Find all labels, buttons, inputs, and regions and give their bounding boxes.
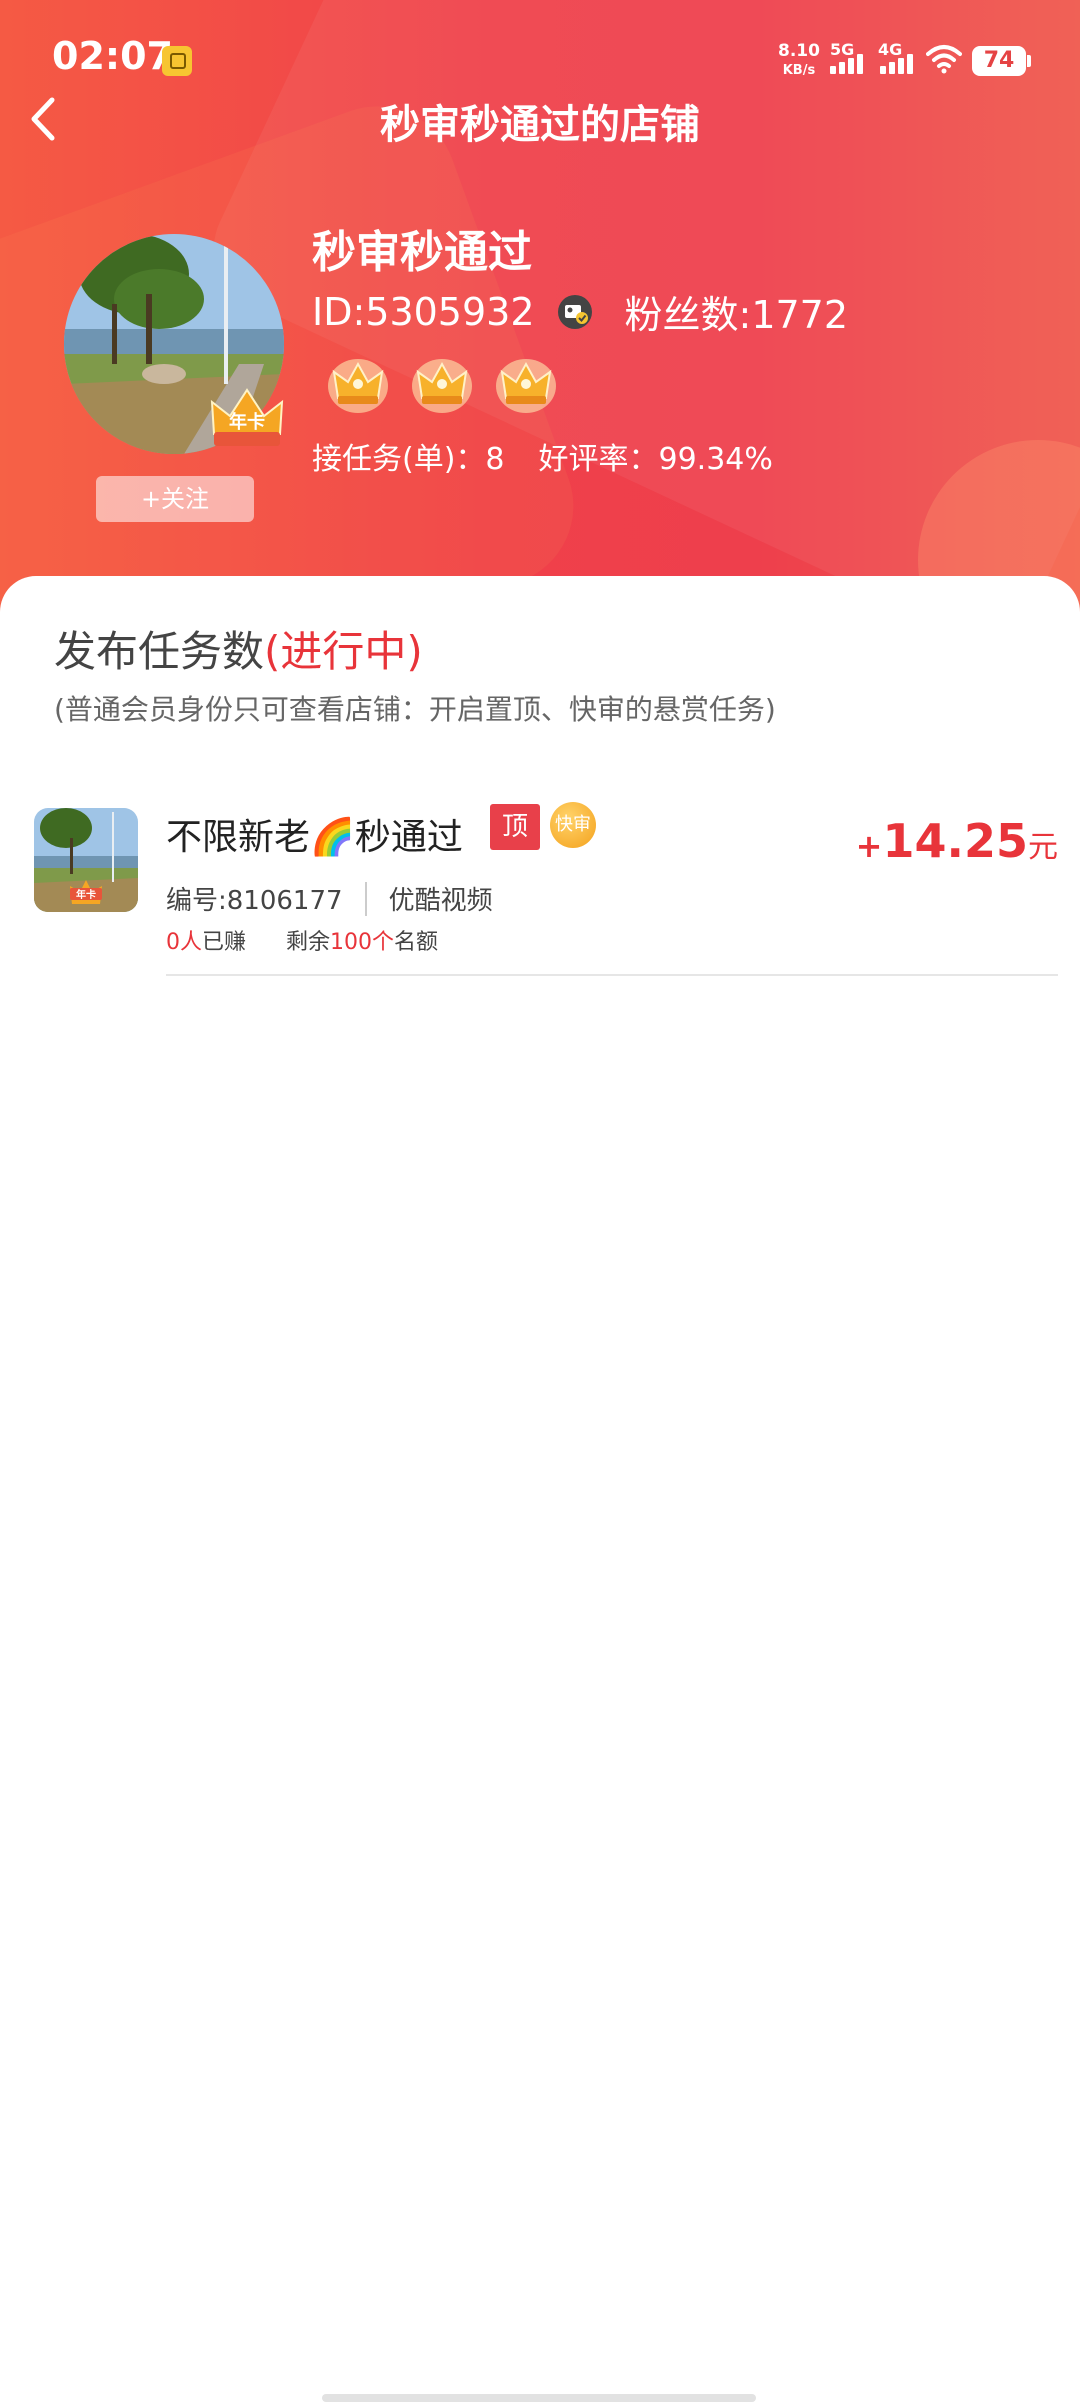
task-thumbnail-image: 年卡 [34, 808, 138, 912]
shop-id-line: ID:5305932 粉丝数:1772 [312, 284, 848, 339]
task-list-card: 发布任务数(进行中) (普通会员身份只可查看店铺：开启置顶、快审的悬赏任务) 年… [0, 576, 1080, 2408]
network-speed-unit: KB/s [782, 63, 816, 78]
meta-divider [364, 881, 367, 916]
task-platform: 优酷视频 [388, 886, 493, 916]
remaining-count: 100个 [330, 930, 395, 955]
task-title: 不限新老🌈秒通过 [166, 817, 463, 858]
verified-id-icon[interactable] [557, 294, 593, 330]
crown-level-icon [496, 359, 556, 413]
task-item[interactable]: 年卡 不限新老🌈秒通过 顶 快审 +14.25元 编号:8106177 优酷视频… [0, 800, 1080, 976]
section-title-status: (进行中) [264, 627, 423, 676]
wifi-icon [926, 45, 962, 74]
positive-rating: 好评率：99.34% [538, 442, 773, 477]
network-speed: 8.10 KB/s [778, 42, 820, 80]
task-divider [166, 974, 1058, 976]
page-title: 秒审秒通过的店铺 [380, 102, 700, 148]
network-speed-value: 8.10 [778, 41, 820, 61]
section-title: 发布任务数(进行中) [54, 618, 423, 679]
crown-badge-label: 年卡 [229, 411, 265, 433]
task-meta: 编号:8106177 优酷视频 [166, 880, 493, 917]
task-thumb-badge-label: 年卡 [76, 888, 96, 901]
shop-id: ID:5305932 [312, 289, 535, 334]
task-reward-unit: 元 [1028, 830, 1058, 865]
shop-stats: 接任务(单)：8 好评率：99.34% [312, 434, 773, 478]
earned-label: 已赚 [202, 930, 247, 955]
remaining-suffix: 名额 [394, 930, 439, 955]
level-crowns [326, 354, 558, 414]
task-reward-plus: + [855, 827, 883, 865]
pinned-tag: 顶 [490, 804, 540, 850]
task-reward: +14.25元 [856, 814, 1058, 868]
crown-level-icon [412, 359, 472, 413]
remaining-prefix: 剩余 [286, 930, 331, 955]
task-number: 编号:8106177 [166, 886, 343, 916]
annual-card-crown-icon: 年卡 [210, 388, 284, 446]
notification-app-icon [162, 46, 192, 76]
tasks-received: 接任务(单)：8 [312, 442, 505, 477]
task-quota: 0人已赚 剩余100个名额 [166, 924, 438, 956]
section-note: (普通会员身份只可查看店铺：开启置顶、快审的悬赏任务) [54, 693, 776, 726]
task-reward-amount: 14.25 [882, 814, 1028, 868]
task-thumbnail: 年卡 [34, 808, 138, 912]
home-indicator[interactable] [322, 2394, 756, 2402]
crown-level-icon [328, 359, 388, 413]
signal-bars-icon [830, 54, 863, 74]
shop-name: 秒审秒通过 [312, 227, 532, 278]
earned-count: 0人 [166, 930, 202, 955]
status-time: 02:07 [52, 34, 173, 78]
fast-review-tag: 快审 [550, 802, 596, 848]
fans-count: 粉丝数:1772 [624, 293, 849, 337]
shop-header: 02:07 8.10 KB/s 5G 4G 74 秒审秒通过的店铺 年卡 +关注… [0, 0, 1080, 640]
section-title-text: 发布任务数 [54, 627, 265, 676]
signal-bars-icon [880, 54, 913, 74]
follow-button[interactable]: +关注 [96, 476, 254, 522]
battery-indicator: 74 [972, 46, 1031, 76]
